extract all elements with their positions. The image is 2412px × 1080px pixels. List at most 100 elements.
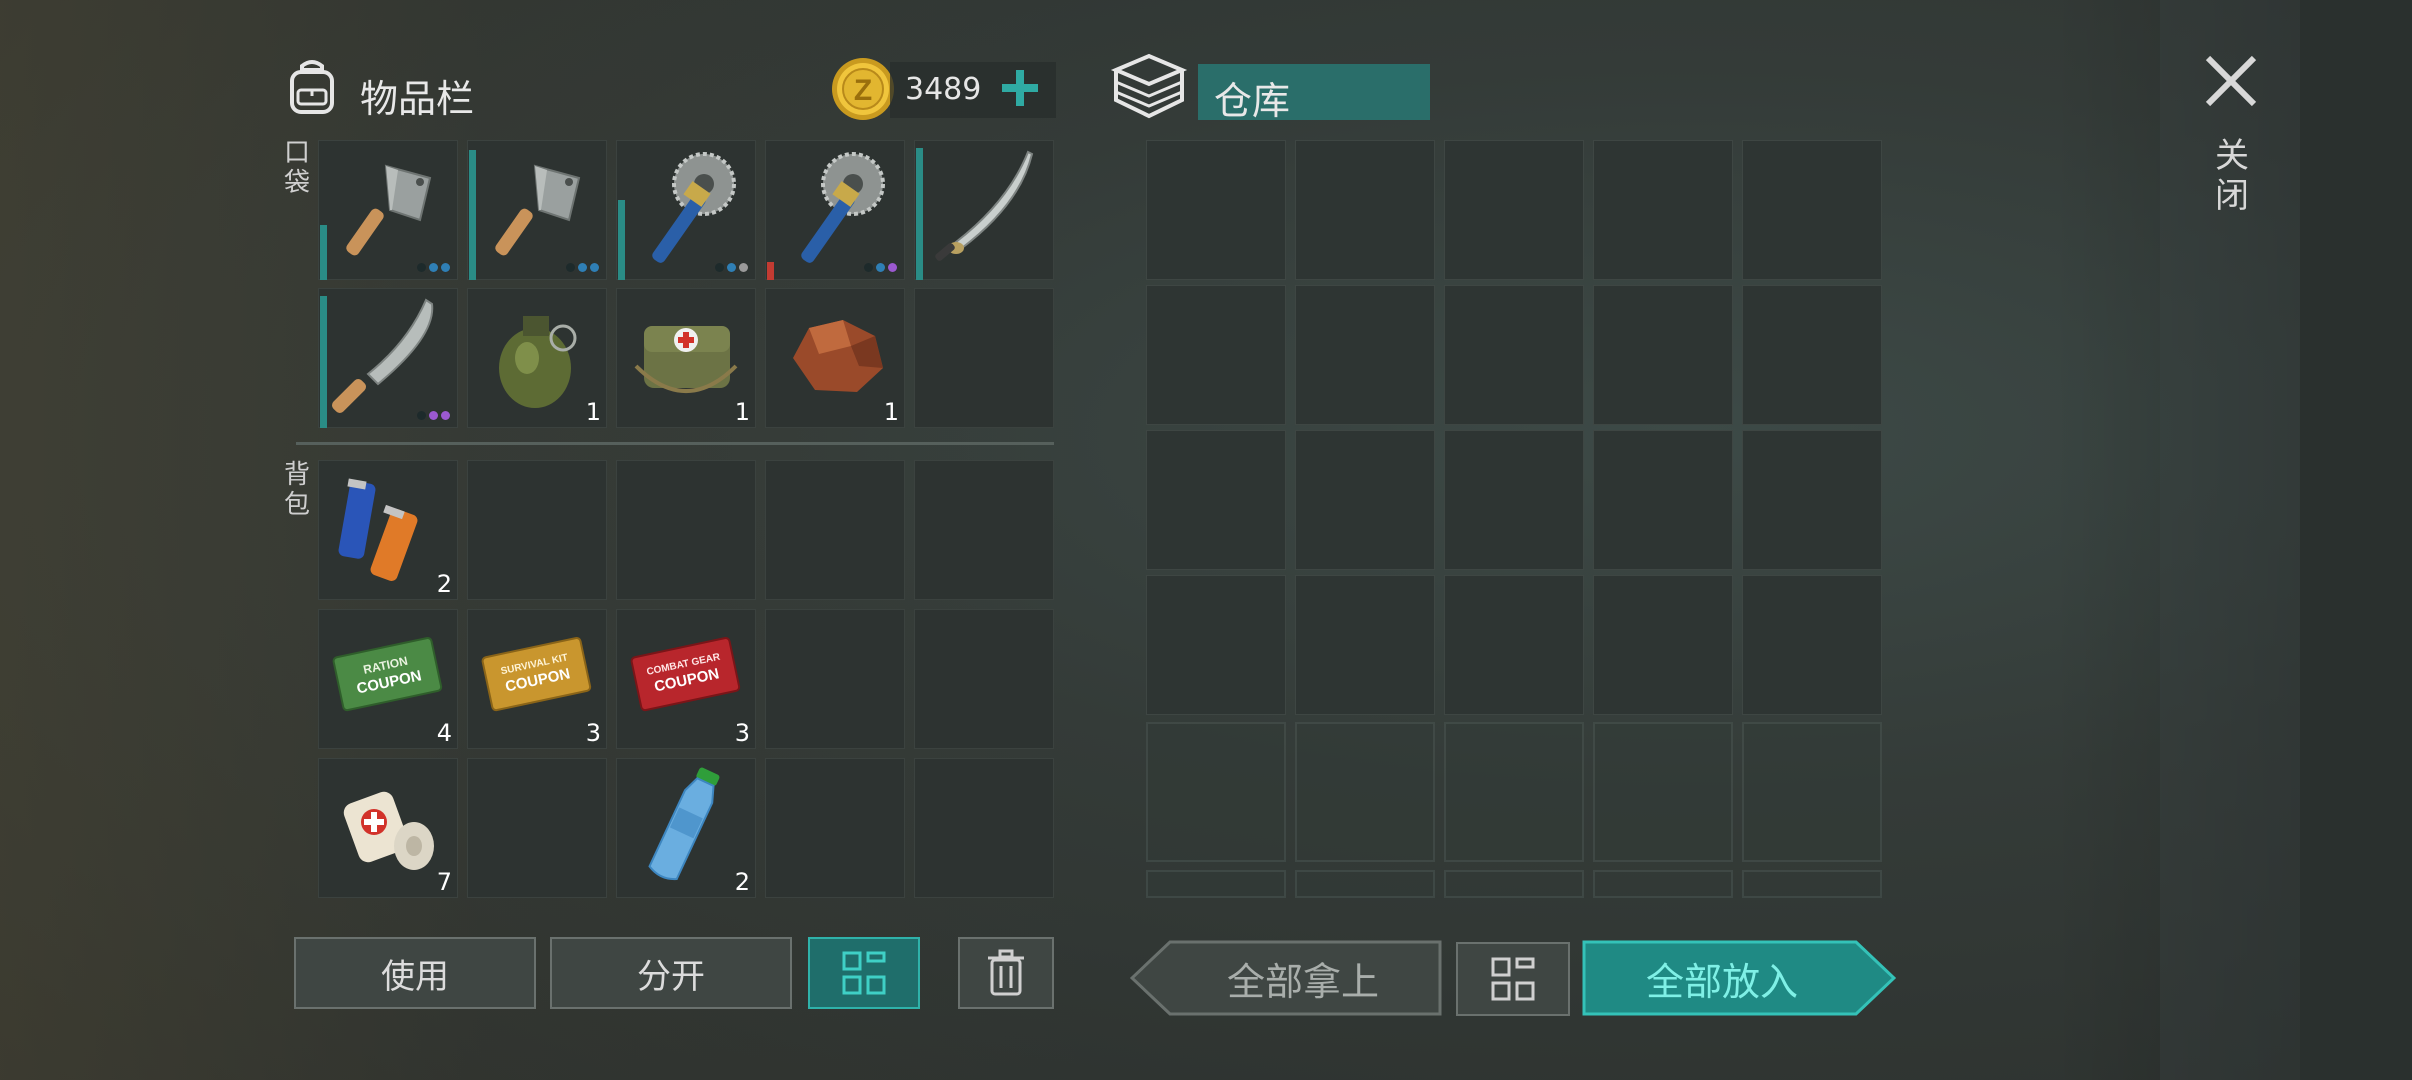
pocket-slot-empty[interactable] bbox=[914, 288, 1054, 428]
delete-button[interactable] bbox=[958, 937, 1054, 1009]
take-all-button[interactable]: 全部拿上 bbox=[1130, 940, 1442, 1016]
backpack-slot[interactable]: 7 bbox=[318, 758, 458, 898]
warehouse-slot[interactable] bbox=[1146, 430, 1286, 570]
backpack-slot[interactable]: COMBAT GEAR COUPON 3 bbox=[616, 609, 756, 749]
trash-icon bbox=[988, 949, 1024, 996]
item-count: 1 bbox=[883, 398, 899, 426]
warehouse-slot[interactable] bbox=[1742, 430, 1882, 570]
backpack-slot-empty[interactable] bbox=[467, 460, 607, 600]
item-count: 2 bbox=[436, 570, 452, 598]
warehouse-slot[interactable] bbox=[1742, 870, 1882, 898]
coin-icon: Z bbox=[830, 56, 896, 122]
bandage-icon bbox=[343, 791, 434, 870]
backpack-slot-empty[interactable] bbox=[914, 609, 1054, 749]
backpack-slot-empty[interactable] bbox=[765, 609, 905, 749]
split-button[interactable]: 分开 bbox=[550, 937, 792, 1009]
item-count: 4 bbox=[436, 719, 452, 747]
warehouse-slot[interactable] bbox=[1444, 575, 1584, 715]
pocket-slot[interactable]: 1 bbox=[467, 288, 607, 428]
backpack-slot-empty[interactable] bbox=[616, 460, 756, 600]
warehouse-slot[interactable] bbox=[1295, 140, 1435, 280]
pocket-slot[interactable] bbox=[318, 288, 458, 428]
warehouse-slot[interactable] bbox=[1295, 722, 1435, 862]
pocket-slot[interactable] bbox=[616, 140, 756, 280]
backpack-slot-empty[interactable] bbox=[765, 758, 905, 898]
warehouse-slot[interactable] bbox=[1593, 140, 1733, 280]
warehouse-slot[interactable] bbox=[1146, 140, 1286, 280]
backpack-slot-empty[interactable] bbox=[467, 758, 607, 898]
medkit-bag-icon bbox=[634, 326, 738, 393]
warehouse-slot[interactable] bbox=[1444, 140, 1584, 280]
warehouse-slot[interactable] bbox=[1742, 285, 1882, 425]
batteries-icon bbox=[338, 478, 418, 581]
currency-amount: 3489 bbox=[905, 72, 982, 107]
backpack-slot[interactable]: 2 bbox=[616, 758, 756, 898]
warehouse-slot[interactable] bbox=[1295, 870, 1435, 898]
item-count: 1 bbox=[585, 398, 601, 426]
svg-text:Z: Z bbox=[854, 74, 872, 107]
item-count: 3 bbox=[734, 719, 750, 747]
backpack-slot[interactable]: 2 bbox=[318, 460, 458, 600]
use-button[interactable]: 使用 bbox=[294, 937, 536, 1009]
cleaver-icon bbox=[495, 164, 581, 256]
warehouse-slot[interactable] bbox=[1742, 575, 1882, 715]
water-bottle-icon bbox=[648, 767, 720, 881]
warehouse-slot[interactable] bbox=[1742, 722, 1882, 862]
sort-inventory-button[interactable] bbox=[808, 937, 920, 1009]
durability-bar bbox=[320, 296, 327, 428]
warehouse-slot[interactable] bbox=[1593, 430, 1733, 570]
backpack-slot-empty[interactable] bbox=[914, 460, 1054, 600]
warehouse-slot[interactable] bbox=[1742, 140, 1882, 280]
saw-mace-icon bbox=[801, 152, 885, 263]
sort-warehouse-button[interactable] bbox=[1456, 942, 1570, 1016]
durability-bar bbox=[618, 200, 625, 280]
pocket-slot[interactable] bbox=[467, 140, 607, 280]
close-icon bbox=[2205, 55, 2257, 107]
warehouse-slot[interactable] bbox=[1146, 575, 1286, 715]
rarity-dots bbox=[715, 263, 748, 272]
backpack-slot-empty[interactable] bbox=[765, 460, 905, 600]
inventory-title: 物品栏 bbox=[360, 77, 475, 121]
backpack-slot[interactable]: RATION COUPON 4 bbox=[318, 609, 458, 749]
durability-bar bbox=[320, 225, 327, 280]
add-currency-button[interactable] bbox=[998, 66, 1042, 110]
grid-sort-icon bbox=[842, 951, 886, 995]
close-button[interactable] bbox=[2196, 46, 2266, 116]
saw-mace-icon bbox=[652, 152, 736, 263]
warehouse-slot[interactable] bbox=[1295, 430, 1435, 570]
backpack-slot[interactable]: SURVIVAL KIT COUPON 3 bbox=[467, 609, 607, 749]
rarity-dots bbox=[417, 263, 450, 272]
ration-coupon-icon: RATION COUPON bbox=[332, 637, 443, 712]
pocket-slot[interactable] bbox=[765, 140, 905, 280]
pocket-slot[interactable] bbox=[318, 140, 458, 280]
put-all-label: 全部放入 bbox=[1645, 959, 1798, 1004]
warehouse-slot[interactable] bbox=[1146, 285, 1286, 425]
item-count: 1 bbox=[734, 398, 750, 426]
warehouse-slot[interactable] bbox=[1444, 870, 1584, 898]
warehouse-slot[interactable] bbox=[1146, 870, 1286, 898]
pocket-slot[interactable]: 1 bbox=[616, 288, 756, 428]
backpack-slot-empty[interactable] bbox=[914, 758, 1054, 898]
put-all-button[interactable]: 全部放入 bbox=[1582, 940, 1896, 1016]
pocket-slot[interactable]: 1 bbox=[765, 288, 905, 428]
combat-gear-coupon-icon: COMBAT GEAR COUPON bbox=[630, 637, 741, 712]
close-label[interactable]: 关闭 bbox=[2212, 136, 2252, 216]
warehouse-slot[interactable] bbox=[1593, 722, 1733, 862]
warehouse-slot[interactable] bbox=[1444, 285, 1584, 425]
rarity-dots bbox=[417, 411, 450, 420]
warehouse-slot[interactable] bbox=[1295, 575, 1435, 715]
warehouse-slot[interactable] bbox=[1593, 870, 1733, 898]
warehouse-slot[interactable] bbox=[1444, 722, 1584, 862]
pockets-label: 口袋 bbox=[283, 138, 310, 198]
warehouse-slot[interactable] bbox=[1593, 575, 1733, 715]
warehouse-slot[interactable] bbox=[1593, 285, 1733, 425]
warehouse-slot[interactable] bbox=[1444, 430, 1584, 570]
backpack-icon bbox=[282, 56, 342, 116]
rarity-dots bbox=[864, 263, 897, 272]
rarity-dots bbox=[566, 263, 599, 272]
warehouse-slot[interactable] bbox=[1295, 285, 1435, 425]
warehouse-slot[interactable] bbox=[1146, 722, 1286, 862]
pocket-slot[interactable] bbox=[914, 140, 1054, 280]
grid-sort-icon bbox=[1491, 957, 1535, 1001]
survival-kit-coupon-icon: SURVIVAL KIT COUPON bbox=[481, 637, 592, 712]
